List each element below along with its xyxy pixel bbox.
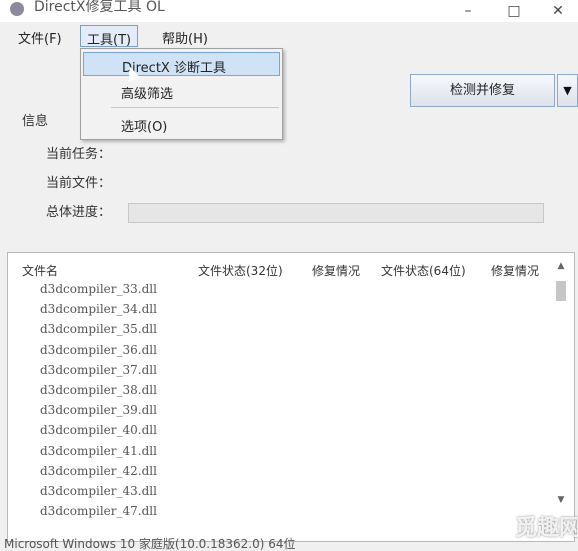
list-item[interactable]: d3dcompiler_33.dll — [40, 282, 157, 302]
file-rows: d3dcompiler_33.dll d3dcompiler_34.dll d3… — [40, 282, 157, 524]
info-section-label: 信息 — [22, 114, 49, 129]
menu-tools[interactable]: 工具(T) — [80, 25, 139, 48]
current-file-label: 当前文件： — [46, 176, 112, 191]
column-header-repair-32[interactable]: 修复情况 — [312, 262, 360, 279]
vertical-scrollbar[interactable]: ▲ ▼ — [554, 259, 568, 539]
window-title: DirectX修复工具 OL — [34, 0, 165, 15]
list-item[interactable]: d3dcompiler_42.dll — [40, 464, 157, 484]
overall-progress-label: 总体进度： — [46, 205, 112, 220]
list-item[interactable]: d3dcompiler_37.dll — [40, 363, 157, 383]
menu-item-options[interactable]: 选项(O) — [83, 112, 280, 136]
list-item[interactable]: d3dcompiler_39.dll — [40, 403, 157, 423]
column-header-status-64[interactable]: 文件状态(64位) — [381, 262, 466, 279]
detect-and-repair-button[interactable]: 检测并修复 — [410, 74, 555, 107]
column-header-filename[interactable]: 文件名 — [22, 262, 58, 279]
menu-file[interactable]: 文件(F) — [12, 25, 68, 47]
list-item[interactable]: d3dcompiler_35.dll — [40, 322, 157, 342]
list-item[interactable]: d3dcompiler_47.dll — [40, 504, 157, 524]
column-header-status-32[interactable]: 文件状态(32位) — [198, 262, 283, 279]
list-item[interactable]: d3dcompiler_34.dll — [40, 302, 157, 322]
overall-progress-bar — [128, 203, 544, 223]
menu-item-directx-diagnostic[interactable]: DirectX 诊断工具 — [83, 52, 280, 76]
maximize-button[interactable]: □ — [494, 0, 534, 22]
chevron-down-icon[interactable]: ▼ — [554, 493, 568, 507]
file-list[interactable]: 文件名 文件状态(32位) 修复情况 文件状态(64位) 修复情况 d3dcom… — [7, 252, 575, 542]
column-header-repair-64[interactable]: 修复情况 — [491, 262, 539, 279]
menu-help[interactable]: 帮助(H) — [156, 25, 214, 47]
menu-separator — [111, 107, 279, 108]
menu-bar: 文件(F) 工具(T) 帮助(H) — [0, 22, 578, 48]
list-item[interactable]: d3dcompiler_41.dll — [40, 444, 157, 464]
site-watermark: 觅趣网 — [515, 516, 578, 541]
scrollbar-thumb[interactable] — [556, 281, 566, 301]
list-item[interactable]: d3dcompiler_38.dll — [40, 383, 157, 403]
title-bar: DirectX修复工具 OL – □ ✕ — [0, 0, 578, 22]
os-status-text: Microsoft Windows 10 家庭版(10.0.18362.0) 6… — [4, 537, 296, 551]
tools-dropdown-menu: DirectX 诊断工具 高级筛选 选项(O) — [80, 48, 283, 140]
current-task-label: 当前任务： — [46, 147, 112, 162]
list-item[interactable]: d3dcompiler_40.dll — [40, 423, 157, 443]
chevron-down-icon[interactable]: ▼ — [557, 74, 578, 107]
chevron-up-icon[interactable]: ▲ — [554, 259, 568, 273]
close-button[interactable]: ✕ — [538, 0, 578, 22]
menu-item-advanced-filter[interactable]: 高级筛选 — [83, 79, 280, 103]
list-item[interactable]: d3dcompiler_36.dll — [40, 343, 157, 363]
list-item[interactable]: d3dcompiler_43.dll — [40, 484, 157, 504]
app-icon — [10, 2, 24, 16]
minimize-button[interactable]: – — [448, 0, 488, 22]
